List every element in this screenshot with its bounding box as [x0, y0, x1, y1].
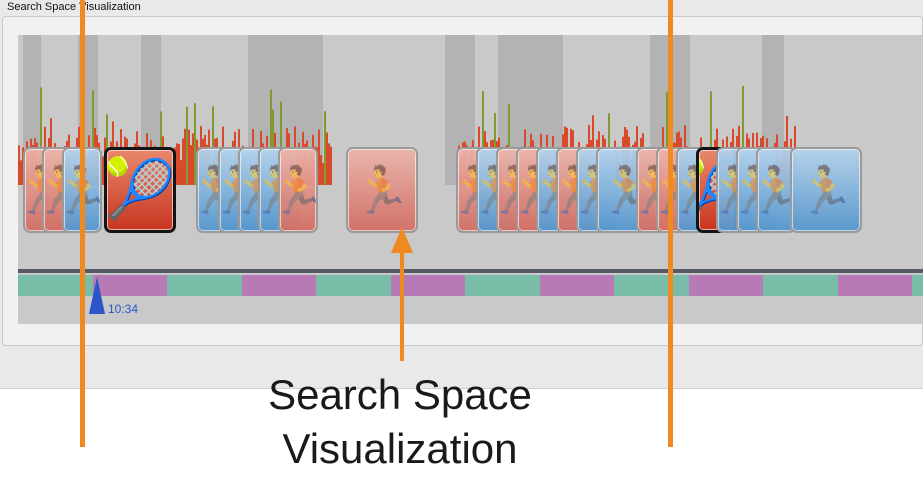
app-window: Search Space Visualization 10:34 🏃🏃🏃🎾🏃🏃🏃… [0, 0, 923, 389]
tennis-player-icon: 🎾 [104, 157, 176, 222]
playhead-time: 10:34 [108, 302, 139, 316]
segment-block[interactable] [539, 275, 615, 296]
histogram-bar [190, 145, 192, 185]
annotation-arrow-icon [391, 227, 413, 253]
segment-block[interactable] [241, 275, 317, 296]
playhead-marker[interactable] [89, 277, 105, 314]
thumb-09[interactable]: 🏃 [278, 147, 318, 233]
person-figure-icon: 🏃 [797, 164, 855, 216]
segment-block[interactable] [614, 275, 690, 296]
segment-block[interactable] [763, 275, 839, 296]
histogram-bar [324, 111, 326, 185]
thumb-selected[interactable]: 🎾 [104, 147, 176, 233]
histogram-bar [188, 129, 190, 185]
histogram-bar [186, 106, 188, 185]
person-figure-icon: 🏃 [353, 164, 411, 216]
histogram-bar [192, 133, 194, 185]
person-figure-icon: 🏃 [280, 167, 316, 213]
histogram-bar [180, 160, 182, 185]
segment-block[interactable] [316, 275, 392, 296]
caption-line-1: Search Space [268, 371, 532, 418]
segment-block[interactable] [837, 275, 913, 296]
histogram-bar [320, 155, 322, 185]
thumb-10[interactable]: 🏃 [346, 147, 418, 233]
window-title: Search Space Visualization [7, 1, 141, 13]
segment-block[interactable] [688, 275, 764, 296]
histogram-bar [178, 143, 180, 185]
segment-block[interactable] [465, 275, 541, 296]
histogram-bar [176, 143, 178, 185]
caption-line-2: Visualization [282, 425, 518, 472]
histogram-bar [318, 129, 320, 185]
annotation-arrow-shaft [400, 251, 404, 361]
timeline-divider [18, 269, 923, 273]
thumb-08[interactable]: 🏃 [790, 147, 862, 233]
histogram-bar [326, 132, 328, 185]
histogram-bar [184, 128, 186, 185]
histogram-bar [182, 138, 184, 185]
histogram-bar [328, 143, 330, 185]
segment-block[interactable] [912, 275, 923, 296]
segment-block[interactable] [167, 275, 243, 296]
histogram-bar [20, 160, 22, 185]
histogram-bar [330, 146, 332, 185]
histogram-bar [322, 162, 324, 185]
annotation-line-right [668, 0, 673, 447]
annotation-line-left [80, 0, 85, 447]
histogram-bar [18, 145, 20, 185]
